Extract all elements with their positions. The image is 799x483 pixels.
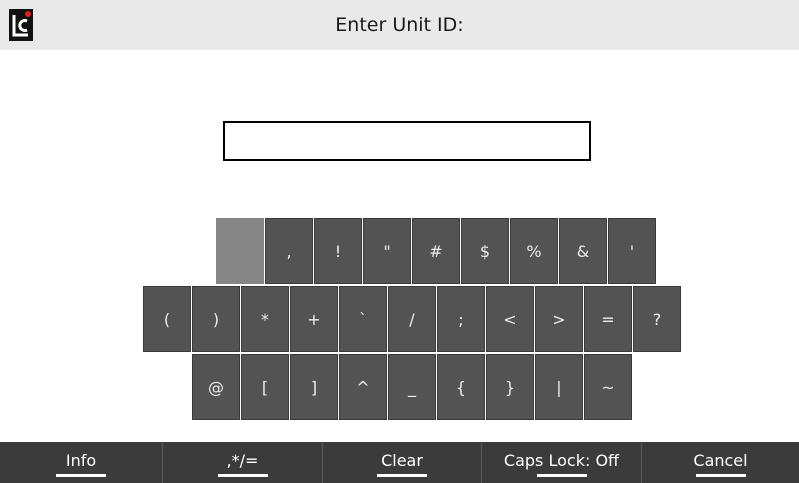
key-row2-4[interactable]: ` [339, 286, 387, 352]
key-row2-5[interactable]: / [388, 286, 436, 352]
info-button-label: Info [65, 451, 97, 470]
clear-button-label: Clear [381, 451, 423, 470]
key-row3-8[interactable]: ~ [584, 354, 632, 420]
key-row3-4[interactable]: _ [388, 354, 436, 420]
cancel-button-underline [695, 474, 746, 477]
key-row3-3[interactable]: ^ [339, 354, 387, 420]
key-row2-9[interactable]: = [584, 286, 632, 352]
symbols-toggle-underline [217, 474, 268, 477]
key-row1-7[interactable]: & [559, 218, 607, 284]
key-row3-7[interactable]: | [535, 354, 583, 420]
key-row1-1[interactable]: , [265, 218, 313, 284]
key-row2-0[interactable]: ( [143, 286, 191, 352]
bottom-toolbar: Info ,*/= Clear Caps Lock: Off Cancel [0, 442, 799, 483]
key-row1-5[interactable]: $ [461, 218, 509, 284]
key-row1-3[interactable]: " [363, 218, 411, 284]
key-row3-6[interactable]: } [486, 354, 534, 420]
header-bar: Enter Unit ID: [0, 0, 799, 50]
key-row2-2[interactable]: * [241, 286, 289, 352]
key-row1-2[interactable]: ! [314, 218, 362, 284]
clear-button-underline [377, 474, 427, 477]
symbols-toggle-button[interactable]: ,*/= [163, 442, 322, 483]
key-row1-6[interactable]: % [510, 218, 558, 284]
page-title: Enter Unit ID: [335, 14, 464, 36]
key-row2-1[interactable]: ) [192, 286, 240, 352]
key-row3-5[interactable]: { [437, 354, 485, 420]
cancel-button[interactable]: Cancel [642, 442, 799, 483]
key-row1-0[interactable] [216, 218, 264, 284]
unit-id-input[interactable] [223, 121, 591, 161]
info-button-underline [56, 474, 106, 477]
key-row2-3[interactable]: + [290, 286, 338, 352]
key-row1-4[interactable]: # [412, 218, 460, 284]
caps-lock-label: Caps Lock: Off [503, 451, 620, 470]
key-row2-7[interactable]: < [486, 286, 534, 352]
key-row2-8[interactable]: > [535, 286, 583, 352]
key-row2-10[interactable]: ? [633, 286, 681, 352]
info-button[interactable]: Info [0, 442, 162, 483]
key-row3-0[interactable]: @ [192, 354, 240, 420]
caps-lock-underline [536, 474, 587, 477]
key-row1-8[interactable]: ' [608, 218, 656, 284]
cancel-button-label: Cancel [693, 451, 748, 470]
clear-button[interactable]: Clear [323, 442, 481, 483]
caps-lock-button[interactable]: Caps Lock: Off [482, 442, 641, 483]
symbols-toggle-label: ,*/= [226, 451, 259, 470]
key-row3-2[interactable]: ] [290, 354, 338, 420]
key-row3-1[interactable]: [ [241, 354, 289, 420]
key-row2-6[interactable]: ; [437, 286, 485, 352]
